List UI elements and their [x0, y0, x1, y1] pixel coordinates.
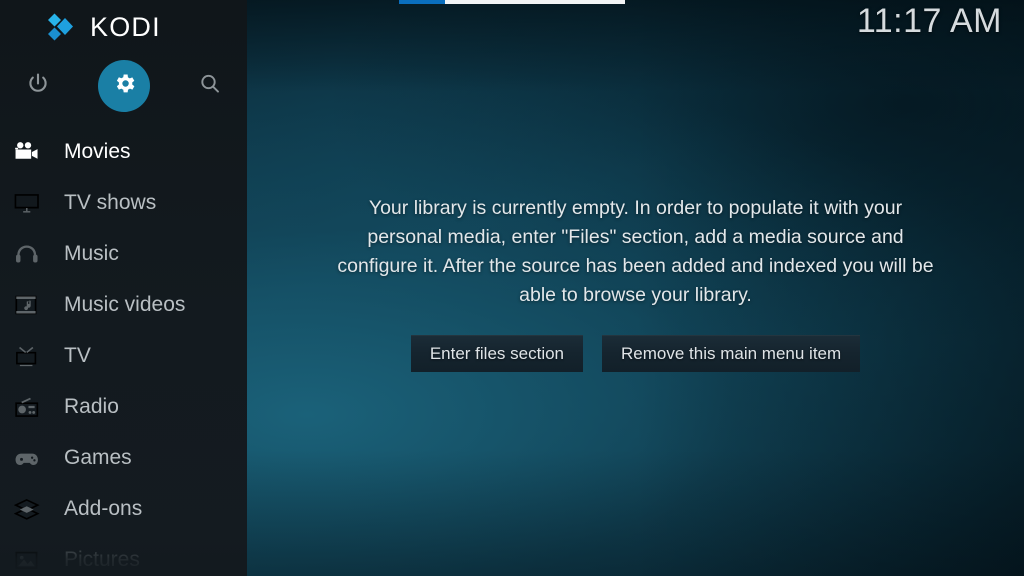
television-icon	[10, 189, 44, 217]
retro-tv-icon	[10, 342, 44, 370]
top-toolbar	[0, 60, 247, 112]
movie-camera-icon	[10, 138, 44, 166]
search-button[interactable]	[184, 60, 236, 112]
sidebar-item-label: Pictures	[64, 549, 140, 570]
sidebar-item-add-ons[interactable]: Add-ons	[0, 483, 247, 534]
top-progress-bar[interactable]	[399, 0, 625, 4]
kodi-logo: KODI	[46, 12, 161, 42]
sidebar-item-games[interactable]: Games	[0, 432, 247, 483]
sidebar-item-label: Add-ons	[64, 498, 142, 519]
kodi-home-screen: 11:17 AM KODI	[0, 0, 1024, 576]
sidebar-item-label: Movies	[64, 141, 131, 162]
settings-button[interactable]	[98, 60, 150, 112]
gear-icon	[112, 71, 137, 101]
sidebar-item-label: Games	[64, 447, 132, 468]
sidebar-item-tv[interactable]: TV	[0, 330, 247, 381]
headphones-icon	[10, 240, 44, 268]
gamepad-icon	[10, 444, 44, 472]
search-icon	[198, 72, 222, 101]
progress-bar-track	[445, 0, 625, 4]
sidebar-item-pictures[interactable]: Pictures	[0, 534, 247, 576]
sidebar-item-tv-shows[interactable]: TV shows	[0, 177, 247, 228]
sidebar-item-label: TV	[64, 345, 91, 366]
sidebar-item-music[interactable]: Music	[0, 228, 247, 279]
radio-icon	[10, 393, 44, 421]
enter-files-section-button[interactable]: Enter files section	[411, 335, 583, 372]
remove-main-menu-item-button[interactable]: Remove this main menu item	[602, 335, 860, 372]
sidebar-item-movies[interactable]: Movies	[0, 126, 247, 177]
progress-bar-filled	[399, 0, 445, 4]
clock: 11:17 AM	[857, 2, 1002, 41]
empty-library-message: Your library is currently empty. In orde…	[336, 194, 936, 309]
sidebar-item-label: Music videos	[64, 294, 185, 315]
kodi-logo-icon	[46, 12, 80, 42]
sidebar-menu: Movies TV shows Music Music videos TV Radio Ga…	[0, 126, 247, 576]
sidebar-item-radio[interactable]: Radio	[0, 381, 247, 432]
power-icon	[26, 72, 50, 101]
addons-box-icon	[10, 495, 44, 523]
sidebar-item-label: Music	[64, 243, 119, 264]
kodi-logo-text: KODI	[90, 14, 161, 41]
main-content: Your library is currently empty. In orde…	[247, 0, 1024, 576]
power-button[interactable]	[12, 60, 64, 112]
action-button-row: Enter files section Remove this main menu…	[336, 335, 936, 372]
sidebar-item-label: Radio	[64, 396, 119, 417]
sidebar: KODI	[0, 0, 247, 576]
sidebar-item-label: TV shows	[64, 192, 156, 213]
pictures-icon	[10, 546, 44, 574]
music-film-icon	[10, 291, 44, 319]
sidebar-item-music-videos[interactable]: Music videos	[0, 279, 247, 330]
